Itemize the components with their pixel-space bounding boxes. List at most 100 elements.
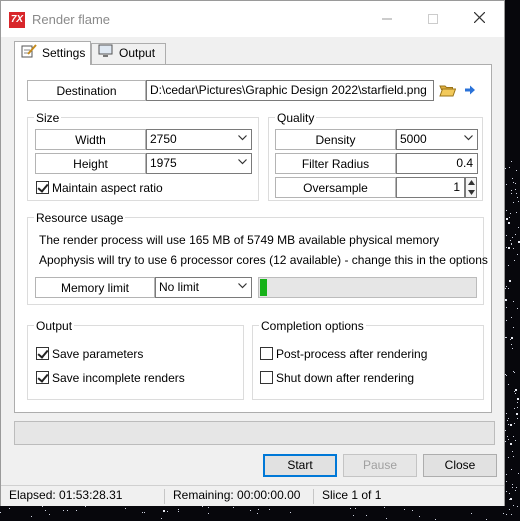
star	[510, 240, 511, 241]
star	[384, 507, 385, 508]
save-parameters-checkbox[interactable]	[36, 347, 49, 360]
star	[178, 511, 179, 512]
star	[514, 372, 515, 373]
star	[290, 512, 291, 513]
close-window-button[interactable]	[456, 1, 502, 37]
star	[506, 337, 507, 338]
slice-count: Slice 1 of 1	[322, 488, 382, 502]
star	[517, 402, 518, 403]
star	[514, 408, 515, 409]
resource-usage-group-label: Resource usage	[34, 211, 126, 225]
pause-button[interactable]: Pause	[343, 454, 417, 477]
oversample-spinner[interactable]	[465, 177, 477, 198]
star	[233, 507, 234, 508]
chevron-down-icon[interactable]	[233, 154, 251, 172]
star	[517, 197, 518, 198]
star	[508, 247, 510, 249]
density-label: Density	[315, 133, 356, 147]
star	[509, 493, 510, 494]
star	[355, 508, 356, 509]
star	[42, 506, 43, 507]
post-process-checkbox[interactable]	[260, 347, 273, 360]
star	[366, 515, 367, 516]
chevron-down-icon[interactable]	[233, 130, 251, 148]
start-button[interactable]: Start	[263, 454, 337, 477]
star	[505, 288, 506, 289]
star	[512, 348, 513, 349]
star	[508, 457, 509, 458]
star	[505, 430, 506, 431]
star	[505, 441, 506, 442]
star	[513, 301, 514, 302]
quality-group-label: Quality	[275, 111, 317, 125]
star	[513, 202, 514, 203]
star	[167, 511, 168, 512]
go-arrow-button[interactable]	[464, 84, 476, 99]
star	[518, 201, 519, 202]
maintain-aspect-checkbox[interactable]	[36, 181, 49, 194]
star	[506, 491, 507, 492]
density-combobox[interactable]: 5000	[396, 129, 478, 150]
star	[178, 509, 179, 510]
oversample-input[interactable]: 1	[396, 177, 465, 198]
star	[509, 280, 511, 282]
save-parameters-label: Save parameters	[52, 347, 144, 361]
minimize-icon	[382, 18, 392, 20]
star	[511, 190, 512, 191]
height-label: Height	[73, 157, 108, 171]
star	[515, 440, 516, 441]
pencil-pad-icon	[21, 43, 37, 65]
star	[202, 506, 203, 507]
star	[257, 513, 258, 514]
star	[511, 317, 512, 318]
star	[513, 436, 514, 437]
star	[508, 384, 509, 385]
tab-settings[interactable]: Settings	[14, 41, 91, 65]
memory-limit-combobox[interactable]: No limit	[155, 277, 252, 298]
star	[511, 244, 512, 245]
star	[510, 213, 511, 214]
star	[208, 507, 209, 508]
shutdown-checkbox[interactable]	[260, 371, 273, 384]
star	[350, 508, 351, 509]
browse-folder-button[interactable]	[439, 83, 457, 100]
star	[511, 469, 512, 470]
star	[517, 418, 518, 419]
minimize-button[interactable]	[364, 1, 410, 37]
height-combobox[interactable]: 1975	[146, 153, 252, 174]
star	[353, 515, 354, 516]
star	[506, 286, 507, 287]
star	[512, 178, 513, 179]
star	[512, 487, 513, 488]
star	[517, 308, 518, 309]
chevron-down-icon[interactable]	[459, 130, 477, 148]
spin-down-icon[interactable]	[468, 190, 475, 195]
star	[31, 516, 32, 517]
destination-input[interactable]: D:\cedar\Pictures\Graphic Design 2022\st…	[146, 80, 434, 101]
close-button[interactable]: Close	[423, 454, 497, 477]
spin-up-icon[interactable]	[468, 180, 475, 185]
tab-settings-label: Settings	[42, 46, 86, 60]
star	[510, 424, 512, 426]
star	[9, 508, 10, 509]
star	[506, 481, 507, 482]
width-combobox[interactable]: 2750	[146, 129, 252, 150]
filter-radius-input[interactable]: 0.4	[396, 153, 478, 174]
star	[510, 498, 512, 500]
star	[518, 473, 519, 474]
star	[486, 519, 487, 520]
tab-output[interactable]: Output	[91, 43, 166, 64]
filter-radius-label-box: Filter Radius	[275, 153, 396, 174]
save-incomplete-checkbox[interactable]	[36, 371, 49, 384]
star	[508, 424, 509, 425]
title-bar: 7X Render flame	[1, 1, 504, 37]
star	[517, 506, 518, 507]
star	[506, 307, 507, 308]
destination-label: Destination	[56, 84, 117, 98]
star	[515, 393, 516, 394]
star	[506, 299, 507, 300]
window-title: Render flame	[32, 12, 111, 27]
star	[513, 327, 514, 328]
maximize-button[interactable]	[410, 1, 456, 37]
chevron-down-icon[interactable]	[233, 278, 251, 296]
